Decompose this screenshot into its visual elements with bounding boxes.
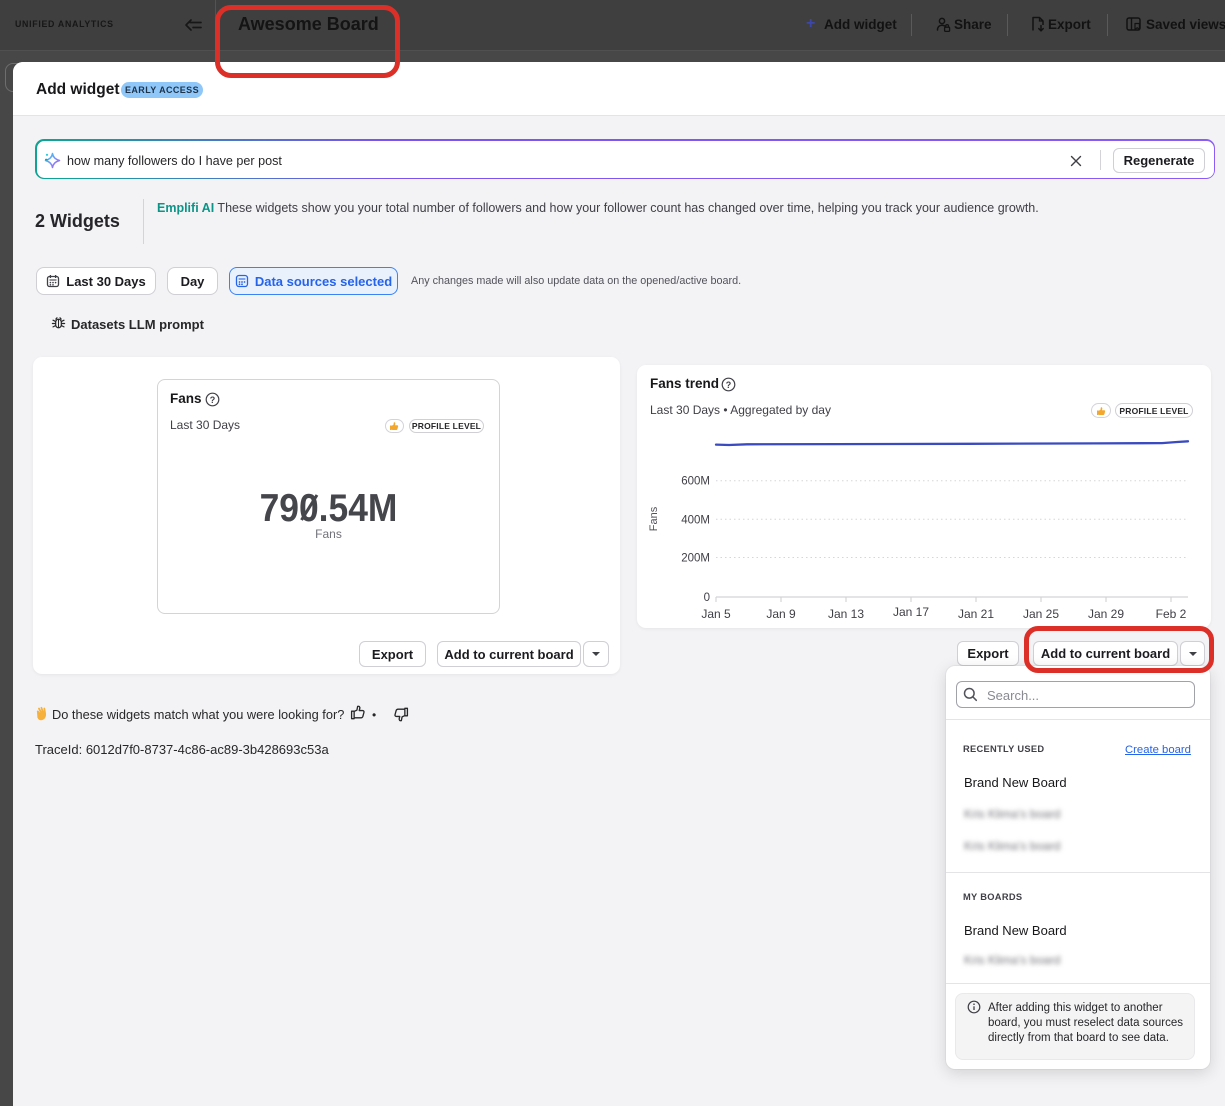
svg-text:Jan 29: Jan 29 (1088, 607, 1124, 621)
svg-text:Jan 25: Jan 25 (1023, 607, 1059, 621)
svg-text:0: 0 (704, 592, 710, 604)
svg-text:600M: 600M (681, 476, 710, 488)
svg-text:Jan 17: Jan 17 (893, 605, 929, 619)
svg-text:Jan 21: Jan 21 (958, 607, 994, 621)
svg-text:Jan 9: Jan 9 (766, 607, 796, 621)
svg-text:Jan 5: Jan 5 (701, 607, 731, 621)
svg-text:Jan 13: Jan 13 (828, 607, 864, 621)
svg-text:400M: 400M (681, 514, 710, 526)
svg-text:200M: 200M (681, 553, 710, 565)
svg-text:Fans: Fans (648, 506, 660, 531)
svg-text:Feb 2: Feb 2 (1156, 607, 1187, 621)
svg-text:?: ? (210, 394, 216, 404)
